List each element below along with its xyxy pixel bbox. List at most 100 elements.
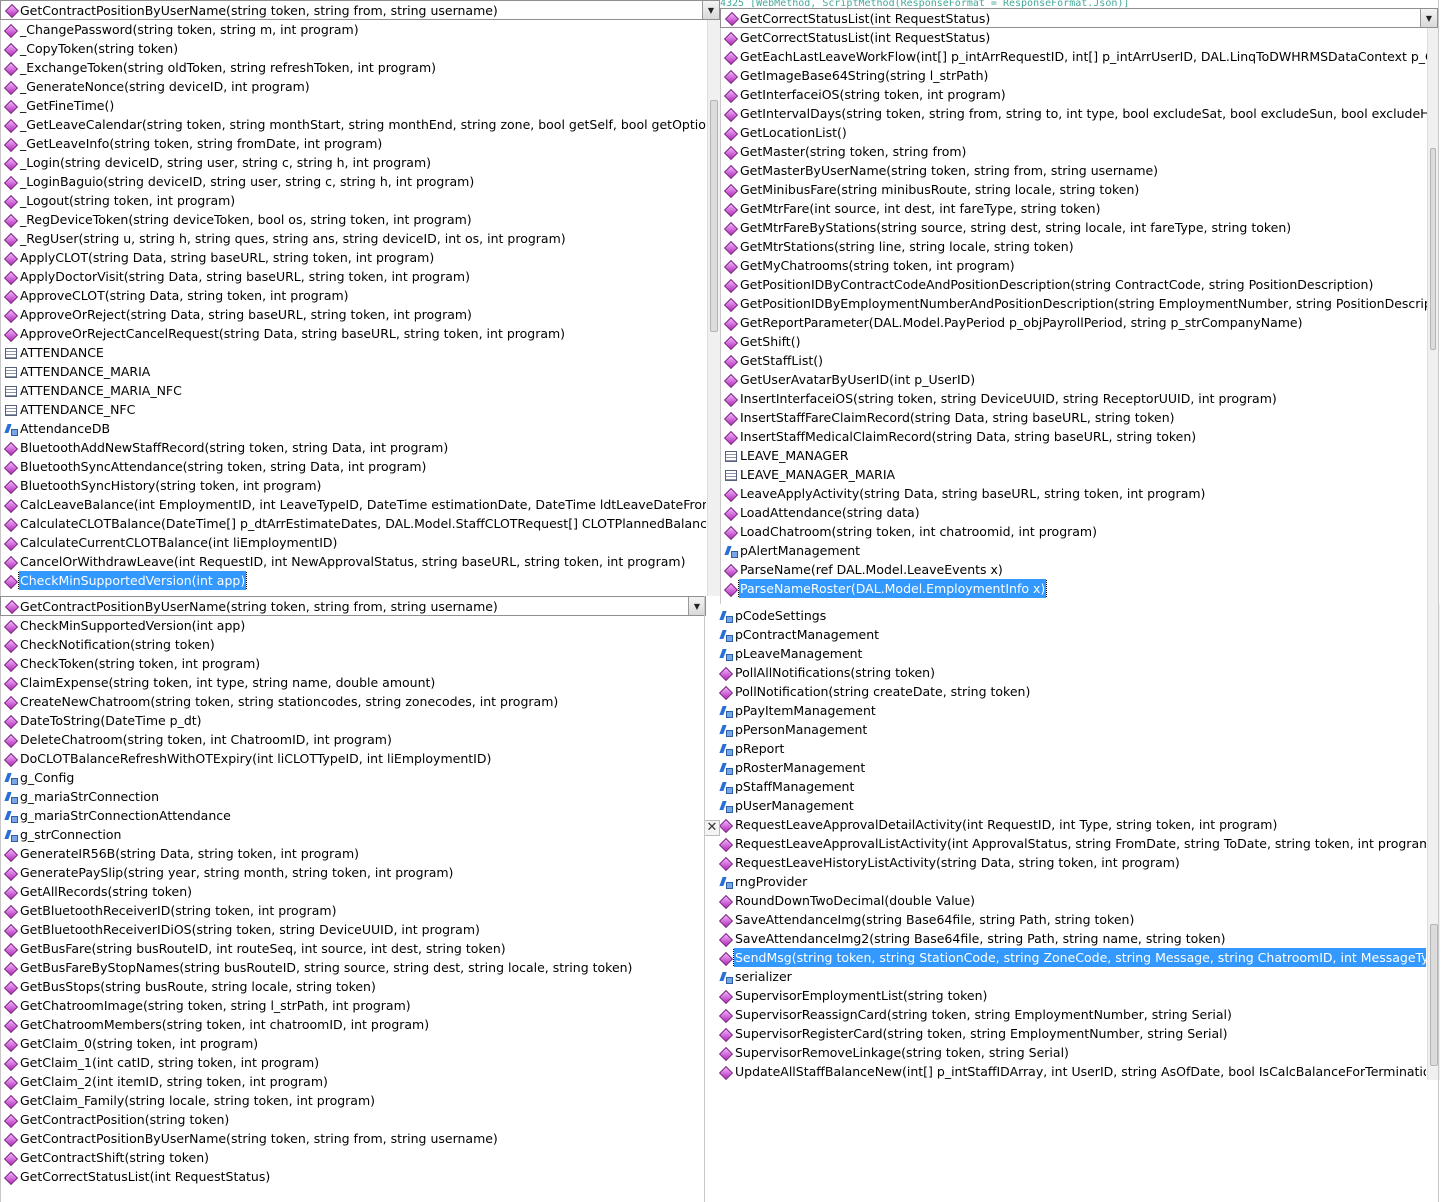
list-item[interactable]: _GetLeaveInfo(string token, string fromD…: [1, 134, 706, 153]
list-item[interactable]: SupervisorEmploymentList(string token): [716, 986, 1426, 1005]
list-item[interactable]: rngProvider: [716, 872, 1426, 891]
list-item[interactable]: SaveAttendanceImg2(string Base64file, st…: [716, 929, 1426, 948]
list-item[interactable]: PollNotification(string createDate, stri…: [716, 682, 1426, 701]
list-item[interactable]: _ExchangeToken(string oldToken, string r…: [1, 58, 706, 77]
list-item[interactable]: GetChatroomImage(string token, string l_…: [1, 996, 702, 1015]
list-item[interactable]: g_Config: [1, 768, 702, 787]
list-item[interactable]: serializer: [716, 967, 1426, 986]
list-item[interactable]: ApplyCLOT(string Data, string baseURL, s…: [1, 248, 706, 267]
list-item[interactable]: ParseNameRoster(DAL.Model.EmploymentInfo…: [721, 579, 1428, 598]
list-item[interactable]: ApproveCLOT(string Data, string token, i…: [1, 286, 706, 305]
list-item[interactable]: GetBusFareByStopNames(string busRouteID,…: [1, 958, 702, 977]
list-item[interactable]: SendMsg(string token, string StationCode…: [716, 948, 1426, 967]
list-item[interactable]: CreateNewChatroom(string token, string s…: [1, 692, 702, 711]
list-item[interactable]: RequestLeaveHistoryListActivity(string D…: [716, 853, 1426, 872]
list-item[interactable]: GetInterfaceiOS(string token, int progra…: [721, 85, 1428, 104]
list-item[interactable]: LoadAttendance(string data): [721, 503, 1428, 522]
list-item[interactable]: CheckMinSupportedVersion(int app): [1, 616, 702, 635]
scrollbar[interactable]: [1427, 28, 1438, 604]
list-item[interactable]: SupervisorReassignCard(string token, str…: [716, 1005, 1426, 1024]
list-item[interactable]: GetContractShift(string token): [1, 1148, 702, 1167]
list-item[interactable]: GetClaim_1(int catID, string token, int …: [1, 1053, 702, 1072]
list-item[interactable]: ParseName(ref DAL.Model.LeaveEvents x): [721, 560, 1428, 579]
list-item[interactable]: GetPositionIDByContractCodeAndPositionDe…: [721, 275, 1428, 294]
list-item[interactable]: DateToString(DateTime p_dt): [1, 711, 702, 730]
list-item[interactable]: GetChatroomMembers(string token, int cha…: [1, 1015, 702, 1034]
list-item[interactable]: GetBluetoothReceiverID(string token, int…: [1, 901, 702, 920]
list-item[interactable]: GetMtrFareByStations(string source, stri…: [721, 218, 1428, 237]
list-item[interactable]: GetClaim_2(int itemID, string token, int…: [1, 1072, 702, 1091]
list-item[interactable]: GetIntervalDays(string token, string fro…: [721, 104, 1428, 123]
list-item[interactable]: CancelOrWithdrawLeave(int RequestID, int…: [1, 552, 706, 571]
list-item[interactable]: SupervisorRegisterCard(string token, str…: [716, 1024, 1426, 1043]
list-item[interactable]: pCodeSettings: [716, 606, 1426, 625]
list-item[interactable]: GeneratePaySlip(string year, string mont…: [1, 863, 702, 882]
list-item[interactable]: InsertInterfaceiOS(string token, string …: [721, 389, 1428, 408]
list-item[interactable]: pPayItemManagement: [716, 701, 1426, 720]
list-item[interactable]: SupervisorRemoveLinkage(string token, st…: [716, 1043, 1426, 1062]
list-item[interactable]: ApproveOrReject(string Data, string base…: [1, 305, 706, 324]
list-item[interactable]: GetEachLastLeaveWorkFlow(int[] p_intArrR…: [721, 47, 1428, 66]
list-item[interactable]: RequestLeaveApprovalListActivity(int App…: [716, 834, 1426, 853]
list-item[interactable]: LEAVE_MANAGER_MARIA: [721, 465, 1428, 484]
list-item[interactable]: InsertStaffMedicalClaimRecord(string Dat…: [721, 427, 1428, 446]
list-item[interactable]: CheckToken(string token, int program): [1, 654, 702, 673]
list-item[interactable]: ATTENDANCE: [1, 343, 706, 362]
list-item[interactable]: g_mariaStrConnectionAttendance: [1, 806, 702, 825]
list-item[interactable]: BluetoothSyncAttendance(string token, st…: [1, 457, 706, 476]
list-item[interactable]: pRosterManagement: [716, 758, 1426, 777]
list-item[interactable]: _RegDeviceToken(string deviceToken, bool…: [1, 210, 706, 229]
close-icon[interactable]: ✕: [704, 820, 720, 836]
list-item[interactable]: ApproveOrRejectCancelRequest(string Data…: [1, 324, 706, 343]
list-item[interactable]: ATTENDANCE_MARIA: [1, 362, 706, 381]
list-item[interactable]: SaveAttendanceImg(string Base64file, str…: [716, 910, 1426, 929]
list-item[interactable]: pUserManagement: [716, 796, 1426, 815]
list-item[interactable]: CalculateCurrentCLOTBalance(int liEmploy…: [1, 533, 706, 552]
list-item[interactable]: _GetLeaveCalendar(string token, string m…: [1, 115, 706, 134]
list-item[interactable]: GetPositionIDByEmploymentNumberAndPositi…: [721, 294, 1428, 313]
list-item[interactable]: GetMinibusFare(string minibusRoute, stri…: [721, 180, 1428, 199]
list-item[interactable]: GetMtrStations(string line, string local…: [721, 237, 1428, 256]
list-item[interactable]: GetMaster(string token, string from): [721, 142, 1428, 161]
list-item[interactable]: pLeaveManagement: [716, 644, 1426, 663]
list-item[interactable]: RoundDownTwoDecimal(double Value): [716, 891, 1426, 910]
list-item[interactable]: GetContractPositionByUserName(string tok…: [1, 1129, 702, 1148]
list-item[interactable]: _GenerateNonce(string deviceID, int prog…: [1, 77, 706, 96]
chevron-down-icon[interactable]: ▼: [688, 597, 705, 615]
list-item[interactable]: CalculateCLOTBalance(DateTime[] p_dtArrE…: [1, 514, 706, 533]
list-item[interactable]: pContractManagement: [716, 625, 1426, 644]
list-item[interactable]: g_mariaStrConnection: [1, 787, 702, 806]
list-item[interactable]: GenerateIR56B(string Data, string token,…: [1, 844, 702, 863]
list-item[interactable]: CheckNotification(string token): [1, 635, 702, 654]
list-item[interactable]: GetCorrectStatusList(int RequestStatus): [1, 1167, 702, 1186]
list-item[interactable]: LeaveApplyActivity(string Data, string b…: [721, 484, 1428, 503]
list-item[interactable]: GetShift(): [721, 332, 1428, 351]
list-item[interactable]: GetMyChatrooms(string token, int program…: [721, 256, 1428, 275]
list-item[interactable]: GetMasterByUserName(string token, string…: [721, 161, 1428, 180]
list-item[interactable]: pReport: [716, 739, 1426, 758]
list-item[interactable]: GetBluetoothReceiverIDiOS(string token, …: [1, 920, 702, 939]
list-item[interactable]: GetReportParameter(DAL.Model.PayPeriod p…: [721, 313, 1428, 332]
list-item[interactable]: GetImageBase64String(string l_strPath): [721, 66, 1428, 85]
member-combo-top-left[interactable]: GetContractPositionByUserName(string tok…: [0, 0, 720, 20]
list-item[interactable]: ATTENDANCE_MARIA_NFC: [1, 381, 706, 400]
list-item[interactable]: GetMtrFare(int source, int dest, int far…: [721, 199, 1428, 218]
list-item[interactable]: DoCLOTBalanceRefreshWithOTExpiry(int liC…: [1, 749, 702, 768]
list-item[interactable]: pStaffManagement: [716, 777, 1426, 796]
list-item[interactable]: GetStaffList(): [721, 351, 1428, 370]
list-item[interactable]: _Logout(string token, int program): [1, 191, 706, 210]
list-item[interactable]: UpdateAllStaffBalanceNew(int[] p_intStaf…: [716, 1062, 1426, 1080]
list-item[interactable]: g_strConnection: [1, 825, 702, 844]
list-item[interactable]: GetAllRecords(string token): [1, 882, 702, 901]
list-item[interactable]: ClaimExpense(string token, int type, str…: [1, 673, 702, 692]
list-item[interactable]: LoadChatroom(string token, int chatroomi…: [721, 522, 1428, 541]
list-item[interactable]: ApplyDoctorVisit(string Data, string bas…: [1, 267, 706, 286]
list-item[interactable]: BluetoothAddNewStaffRecord(string token,…: [1, 438, 706, 457]
list-item[interactable]: pPersonManagement: [716, 720, 1426, 739]
list-item[interactable]: GetContractPosition(string token): [1, 1110, 702, 1129]
list-item[interactable]: CalcLeaveBalance(int EmploymentID, int L…: [1, 495, 706, 514]
list-item[interactable]: BluetoothSyncHistory(string token, int p…: [1, 476, 706, 495]
list-item[interactable]: GetBusFare(string busRouteID, int routeS…: [1, 939, 702, 958]
list-item[interactable]: GetCorrectStatusList(int RequestStatus): [721, 28, 1428, 47]
list-item[interactable]: ATTENDANCE_NFC: [1, 400, 706, 419]
